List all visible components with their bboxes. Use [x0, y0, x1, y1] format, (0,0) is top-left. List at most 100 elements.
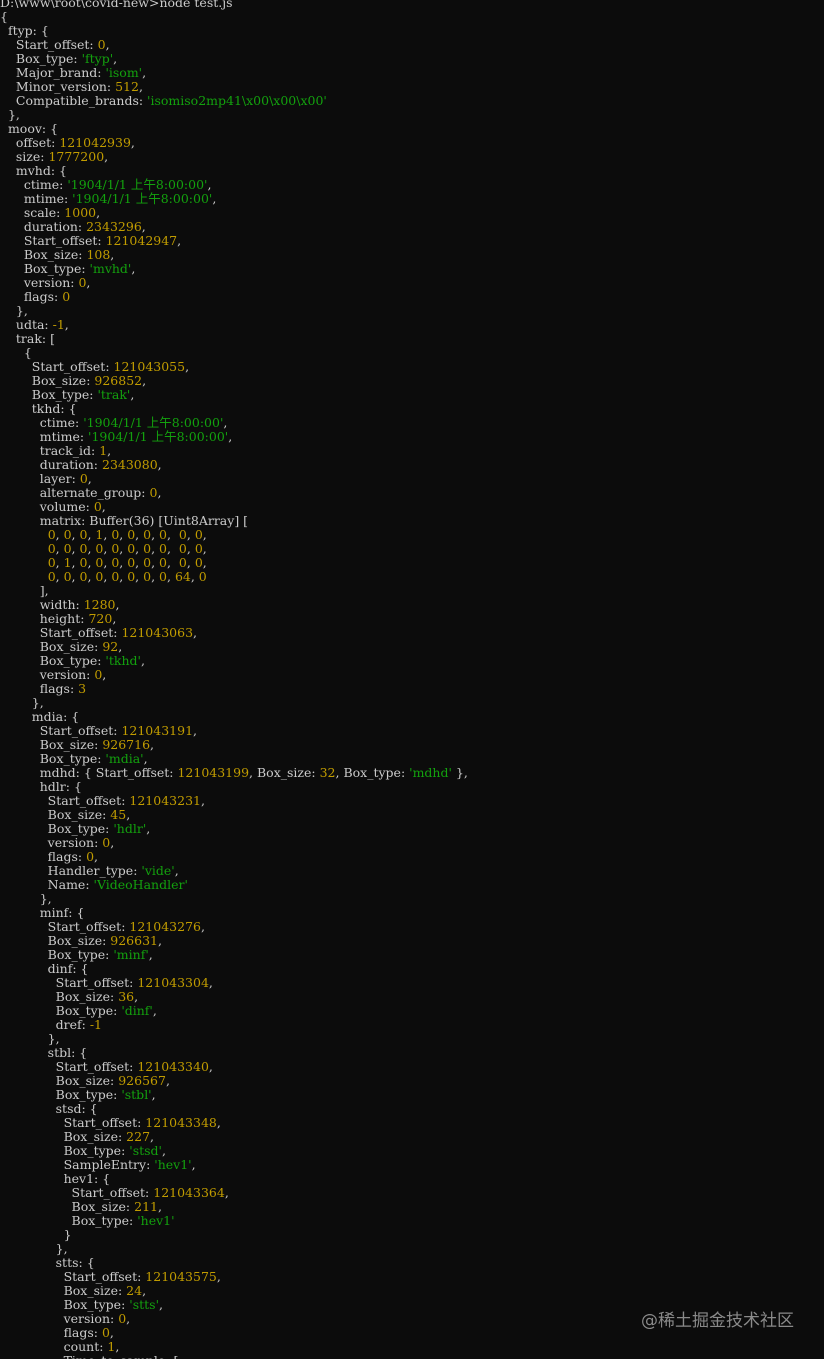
number-value: 0 — [159, 541, 167, 556]
output-text: , — [71, 555, 80, 570]
output-text: Name: — [0, 877, 94, 892]
string-value: 'mvhd' — [89, 261, 132, 276]
output-line: Start_offset: 121043231, — [0, 794, 205, 808]
string-value: 'stts' — [129, 1297, 160, 1312]
output-text: minf: { — [0, 905, 85, 920]
output-text: , — [142, 373, 147, 388]
output-text: , — [94, 849, 99, 864]
output-line: }, — [0, 108, 20, 122]
number-value: 0 — [194, 527, 203, 542]
number-value: 0 — [63, 569, 72, 584]
output-text: flags: — [0, 289, 63, 304]
output-line: height: 720, — [0, 611, 117, 626]
output-text: flags: — [0, 1325, 102, 1340]
output-text: , — [101, 499, 106, 514]
number-value: 0 — [178, 527, 187, 542]
number-value: -1 — [89, 1017, 103, 1032]
output-text: offset: — [0, 135, 60, 150]
output-line: count: 1, — [0, 1340, 120, 1354]
output-text: , — [146, 821, 151, 836]
number-value: 0 — [62, 289, 71, 304]
output-text: Box_type: — [0, 1143, 130, 1158]
number-value: 0 — [97, 37, 106, 52]
output-text: Box_type: — [0, 653, 106, 668]
output-line: 0, 1, 0, 0, 0, 0, 0, 0, 0, 0, — [0, 556, 207, 570]
output-text: Minor_version: — [0, 79, 116, 94]
output-line: stbl: { — [0, 1046, 88, 1060]
output-text: Start_offset: — [0, 1269, 146, 1284]
number-value: 2343080 — [102, 457, 158, 472]
output-text: Box_size: — [0, 1199, 135, 1214]
output-text: , — [55, 541, 64, 556]
output-text: stts: { — [0, 1255, 95, 1270]
output-line: 0, 0, 0, 0, 0, 0, 0, 0, 64, 0 — [0, 570, 207, 584]
output-text: , — [71, 527, 80, 542]
output-text: , — [71, 569, 80, 584]
output-line: Box_type: 'hev1' — [0, 1214, 175, 1228]
output-text: flags: — [0, 849, 87, 864]
output-line: Start_offset: 121043348, — [0, 1116, 221, 1130]
output-text: Start_offset: — [0, 1059, 138, 1074]
output-text: Handler_type: — [0, 863, 142, 878]
output-text: , — [105, 37, 110, 52]
output-text: , — [135, 541, 144, 556]
output-line: dref: -1 — [0, 1018, 102, 1032]
output-text: , — [102, 667, 107, 682]
output-text: , — [104, 149, 109, 164]
output-line: Box_size: 211, — [0, 1200, 162, 1214]
output-text: , — [224, 1185, 229, 1200]
output-text: height: — [0, 611, 89, 626]
output-text: hdlr: { — [0, 779, 82, 794]
output-text: , — [151, 569, 160, 584]
number-value: 0 — [143, 569, 152, 584]
output-text: , — [186, 527, 195, 542]
terminal-window: D:\www\root\covid-new>node test.js{ ftyp… — [0, 0, 824, 1359]
output-text: , — [151, 541, 160, 556]
output-text: , — [150, 737, 155, 752]
output-line: }, — [0, 1032, 60, 1046]
output-text: Compatible_brands: — [0, 93, 148, 108]
output-line: } — [0, 1228, 72, 1242]
output-text: Box_size: — [0, 933, 111, 948]
output-text: } — [0, 1227, 72, 1242]
number-value: 121043364 — [153, 1185, 225, 1200]
output-text: ftyp: { — [0, 23, 49, 38]
output-text: , — [71, 541, 80, 556]
output-line: ctime: '1904/1/1 上午8:00:00', — [0, 177, 212, 192]
output-text: udta: — [0, 317, 53, 332]
output-text: stsd: { — [0, 1101, 98, 1116]
output-line: Name: 'VideoHandler' — [0, 878, 188, 892]
output-text: Start_offset: — [0, 233, 106, 248]
output-line: moov: { — [0, 122, 58, 136]
output-text: ctime: — [0, 177, 68, 192]
output-line: udta: -1, — [0, 318, 69, 332]
number-value: 0 — [178, 555, 187, 570]
output-text: Box_type: — [0, 1087, 122, 1102]
output-line: Box_size: 926567, — [0, 1074, 170, 1088]
output-text: , — [159, 1297, 163, 1312]
output-text: , — [191, 1157, 196, 1172]
output-line: Start_offset: 121043055, — [0, 360, 189, 374]
string-value: 'hdlr' — [113, 821, 147, 836]
string-value: 'hev1' — [137, 1213, 175, 1228]
output-line: }, — [0, 696, 44, 710]
output-text: Start_offset: — [0, 723, 122, 738]
output-line: Box_type: 'stsd', — [0, 1144, 166, 1158]
output-line: volume: 0, — [0, 500, 106, 514]
output-text: , — [202, 555, 207, 570]
output-line: Box_size: 227, — [0, 1130, 154, 1144]
output-text: , — [131, 261, 136, 276]
output-text: }, — [0, 891, 52, 906]
output-text: , — [55, 569, 64, 584]
output-text: , — [177, 233, 182, 248]
number-value: 121043575 — [145, 1269, 217, 1284]
output-text: Box_size: — [0, 737, 103, 752]
output-text: hev1: { — [0, 1171, 111, 1186]
output-line: Box_size: 24, — [0, 1283, 147, 1298]
output-line: offset: 121042939, — [0, 136, 135, 150]
number-value: 0 — [63, 527, 72, 542]
output-text: size: — [0, 149, 49, 164]
output-text: Box_size: — [0, 1283, 127, 1298]
output-text: , — [96, 205, 101, 220]
